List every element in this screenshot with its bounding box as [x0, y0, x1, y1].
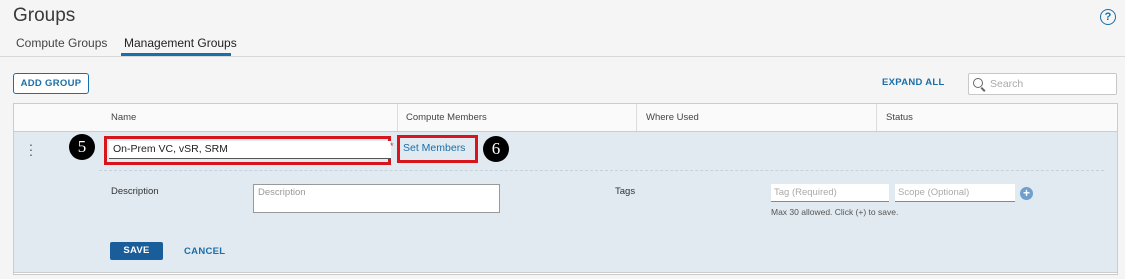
- page-title: Groups: [13, 5, 76, 26]
- table-row-editing: · · · 5 On-Prem VC, vSR, SRM * Set Members…: [14, 132, 1117, 273]
- tab-compute-groups[interactable]: Compute Groups: [16, 36, 107, 50]
- add-tag-icon[interactable]: +: [1020, 187, 1033, 200]
- groups-datagrid: Name Compute Members Where Used Status ·…: [13, 103, 1118, 275]
- add-group-button[interactable]: ADD GROUP: [13, 73, 89, 94]
- tag-input[interactable]: Tag (Required): [771, 184, 889, 202]
- description-label: Description: [111, 186, 159, 197]
- step-marker-5: 5: [69, 134, 95, 160]
- expand-all-link[interactable]: EXPAND ALL: [882, 77, 945, 88]
- description-placeholder: Description: [258, 187, 306, 198]
- column-header-compute-members[interactable]: Compute Members: [406, 112, 487, 123]
- description-textarea[interactable]: Description: [253, 184, 500, 213]
- column-header-status[interactable]: Status: [886, 112, 913, 123]
- cancel-button[interactable]: CANCEL: [184, 246, 225, 257]
- column-separator: [636, 104, 637, 131]
- column-header-where-used[interactable]: Where Used: [646, 112, 699, 123]
- tab-management-groups[interactable]: Management Groups: [124, 36, 237, 50]
- required-indicator: *: [390, 141, 394, 151]
- row-divider: [99, 170, 1104, 171]
- row-actions-icon[interactable]: · · ·: [28, 137, 34, 161]
- column-header-name[interactable]: Name: [111, 112, 136, 123]
- column-separator: [876, 104, 877, 131]
- set-members-link[interactable]: Set Members: [403, 142, 465, 154]
- table-header: Name Compute Members Where Used Status: [14, 104, 1117, 132]
- question-circle-icon[interactable]: ?: [1100, 9, 1116, 25]
- scope-input[interactable]: Scope (Optional): [895, 184, 1015, 202]
- search-input[interactable]: Search: [968, 73, 1117, 95]
- tab-divider: [0, 56, 1125, 57]
- group-name-input[interactable]: On-Prem VC, vSR, SRM: [109, 141, 391, 159]
- tags-label: Tags: [615, 186, 636, 197]
- save-button[interactable]: SAVE: [110, 242, 163, 260]
- search-placeholder: Search: [990, 78, 1024, 90]
- column-separator: [397, 104, 398, 131]
- step-marker-6: 6: [483, 136, 509, 162]
- search-icon: [973, 78, 983, 88]
- tags-hint: Max 30 allowed. Click (+) to save.: [771, 207, 899, 217]
